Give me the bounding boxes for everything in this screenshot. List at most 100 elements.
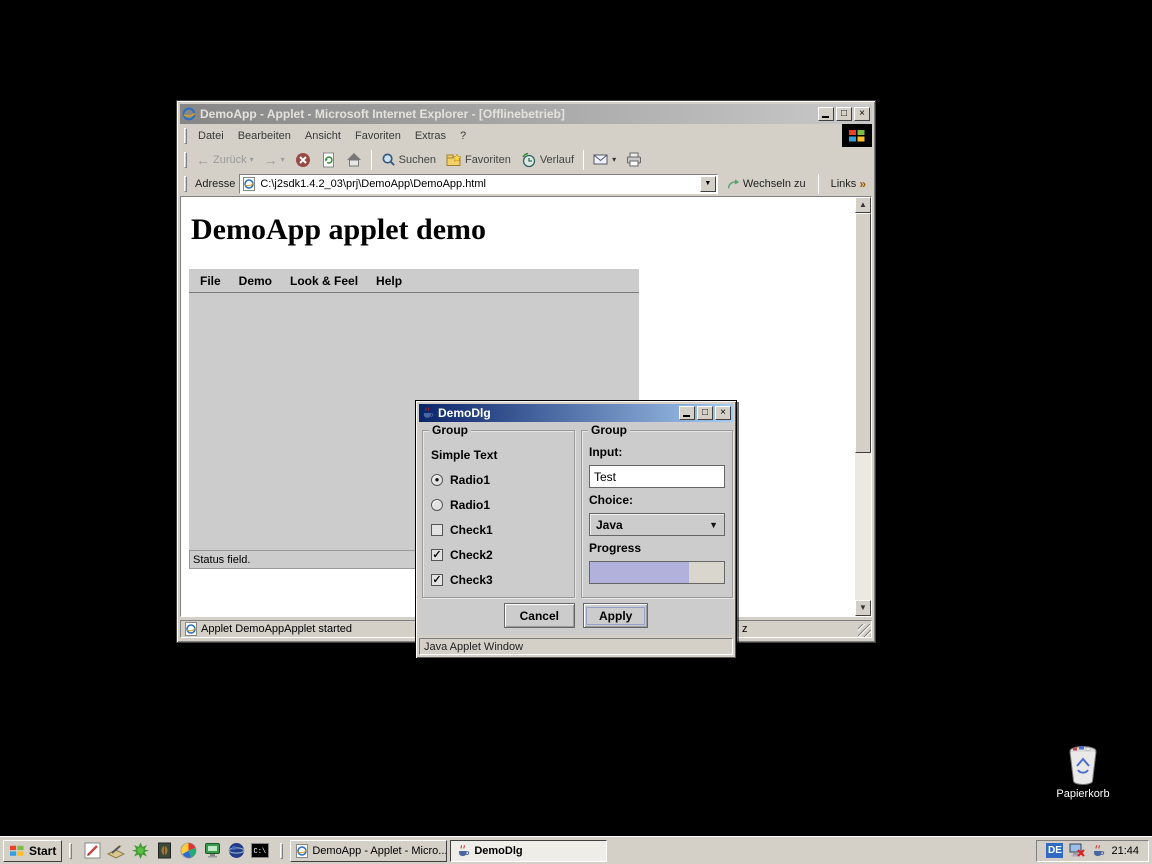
forward-button[interactable]: → ▾	[259, 151, 290, 169]
checkbox-icon-checked2[interactable]: ✓	[431, 574, 443, 586]
task-demodlg[interactable]: DemoDlg	[450, 840, 607, 862]
mail-dropdown-icon[interactable]: ▾	[612, 155, 616, 164]
back-arrow-icon: ←	[196, 153, 210, 167]
quicklaunch-book-bug-icon[interactable]	[154, 841, 174, 861]
forward-dropdown-icon[interactable]: ▾	[281, 155, 285, 164]
menu-help[interactable]: ?	[453, 127, 473, 145]
favorites-label: Favoriten	[465, 154, 511, 166]
checkbox-icon-checked[interactable]: ✓	[431, 549, 443, 561]
history-button[interactable]: Verlauf	[516, 150, 579, 170]
close-icon[interactable]: ×	[854, 107, 870, 121]
applet-menu-file[interactable]: File	[191, 272, 230, 290]
menu-bearbeiten[interactable]: Bearbeiten	[231, 127, 298, 145]
home-button[interactable]	[341, 150, 367, 169]
tray-java-cup-icon[interactable]	[1091, 844, 1105, 858]
scroll-down-icon[interactable]: ▼	[855, 600, 871, 616]
menu-extras[interactable]: Extras	[408, 127, 453, 145]
dialog-minimize-icon[interactable]	[679, 406, 695, 420]
vertical-scrollbar[interactable]: ▲ ▼	[855, 197, 871, 616]
radio-row-2[interactable]: Radio1	[431, 497, 566, 513]
refresh-button[interactable]	[316, 150, 341, 170]
choice-combobox[interactable]: Java ▼	[589, 513, 725, 536]
quick-launch-bar: C:\	[79, 841, 273, 861]
resize-grip[interactable]	[858, 624, 871, 637]
radio-icon-selected[interactable]: ●	[431, 474, 443, 486]
mail-button[interactable]: ▾	[588, 151, 621, 168]
menu-ansicht[interactable]: Ansicht	[298, 127, 348, 145]
quicklaunch-show-desktop-icon[interactable]	[106, 841, 126, 861]
address-field[interactable]: ▼	[239, 174, 717, 194]
scroll-up-icon[interactable]: ▲	[855, 197, 871, 213]
cancel-button[interactable]: Cancel	[504, 603, 575, 628]
dialog-maximize-icon[interactable]: □	[697, 406, 713, 420]
links-button[interactable]: Links »	[827, 177, 870, 191]
applet-menu-demo[interactable]: Demo	[230, 272, 281, 290]
quicklaunch-command-prompt-icon[interactable]: C:\	[250, 841, 270, 861]
dialog-titlebar[interactable]: DemoDlg □ ×	[419, 404, 733, 422]
addressbar-gripper[interactable]	[184, 176, 187, 192]
minimize-icon[interactable]	[818, 107, 834, 121]
menu-datei[interactable]: Datei	[191, 127, 231, 145]
quicklaunch-green-creature-icon[interactable]	[130, 841, 150, 861]
clock[interactable]: 21:44	[1111, 845, 1139, 857]
network-disconnected-icon[interactable]	[1069, 843, 1085, 858]
task-demoapp[interactable]: DemoApp - Applet - Micro...	[290, 840, 447, 862]
search-button[interactable]: Suchen	[376, 150, 441, 169]
address-dropdown-icon[interactable]: ▼	[700, 176, 716, 192]
check2-label: Check2	[450, 548, 493, 562]
toolbar-separator2	[583, 150, 584, 170]
back-label: Zurück	[213, 154, 247, 166]
combo-arrow-icon: ▼	[709, 520, 718, 530]
windows-flag-throbber-icon	[842, 124, 872, 147]
applet-menu-lookfeel[interactable]: Look & Feel	[281, 272, 367, 290]
windows-flag-icon	[9, 844, 25, 858]
scroll-thumb[interactable]	[855, 213, 871, 453]
quicklaunch-planet-icon[interactable]	[226, 841, 246, 861]
go-button[interactable]: Wechseln zu	[722, 177, 810, 191]
task-java-cup-icon	[456, 844, 470, 858]
back-dropdown-icon[interactable]: ▾	[250, 155, 254, 164]
quicklaunch-pinwheel-icon[interactable]	[178, 841, 198, 861]
check-row-2[interactable]: ✓ Check2	[431, 547, 566, 563]
left-group-label: Group	[429, 423, 471, 437]
choice-label: Choice:	[589, 493, 725, 508]
radio-row-1[interactable]: ● Radio1	[431, 472, 566, 488]
stop-button[interactable]	[290, 150, 316, 170]
ie-titlebar[interactable]: DemoApp - Applet - Microsoft Internet Ex…	[180, 104, 872, 124]
dialog-close-icon[interactable]: ×	[715, 406, 731, 420]
radio-icon-unselected[interactable]	[431, 499, 443, 511]
quicklaunch-netmeeting-icon[interactable]	[202, 841, 222, 861]
dialog-body: Group Simple Text ● Radio1 Radio1 Check1	[419, 422, 733, 635]
ie-menubar: Datei Bearbeiten Ansicht Favoriten Extra…	[180, 124, 872, 147]
keyboard-language-indicator[interactable]: DE	[1046, 843, 1063, 858]
go-arrow-icon	[726, 177, 740, 191]
start-button[interactable]: Start	[3, 840, 62, 862]
quicklaunch-editor-icon[interactable]	[82, 841, 102, 861]
checkbox-icon-unchecked[interactable]	[431, 524, 443, 536]
quicklaunch-gripper[interactable]	[69, 843, 72, 859]
print-button[interactable]	[621, 150, 647, 169]
desktop: DemoApp - Applet - Microsoft Internet Ex…	[0, 0, 1152, 864]
applet-menu-help[interactable]: Help	[367, 272, 411, 290]
menu-favoriten[interactable]: Favoriten	[348, 127, 408, 145]
right-group-label: Group	[588, 423, 630, 437]
menubar-gripper[interactable]	[184, 128, 187, 144]
apply-button[interactable]: Apply	[583, 603, 648, 628]
progress-label: Progress	[589, 541, 725, 556]
back-button[interactable]: ← Zurück ▾	[191, 151, 259, 169]
check-row-1[interactable]: Check1	[431, 522, 566, 538]
input-field[interactable]	[589, 465, 725, 488]
favorites-button[interactable]: Favoriten	[441, 151, 516, 169]
taskbar: Start C:\	[0, 836, 1152, 864]
tasks-gripper[interactable]	[280, 843, 283, 859]
maximize-icon[interactable]: □	[836, 107, 852, 121]
svg-text:C:\: C:\	[254, 848, 267, 856]
search-icon	[381, 152, 396, 167]
check-row-3[interactable]: ✓ Check3	[431, 572, 566, 588]
recycle-bin[interactable]: Papierkorb	[1047, 744, 1119, 800]
refresh-icon	[321, 152, 336, 168]
page-title: DemoApp applet demo	[191, 213, 871, 247]
address-input[interactable]	[257, 178, 699, 190]
choice-value: Java	[596, 518, 623, 532]
toolbar-gripper[interactable]	[184, 152, 187, 168]
